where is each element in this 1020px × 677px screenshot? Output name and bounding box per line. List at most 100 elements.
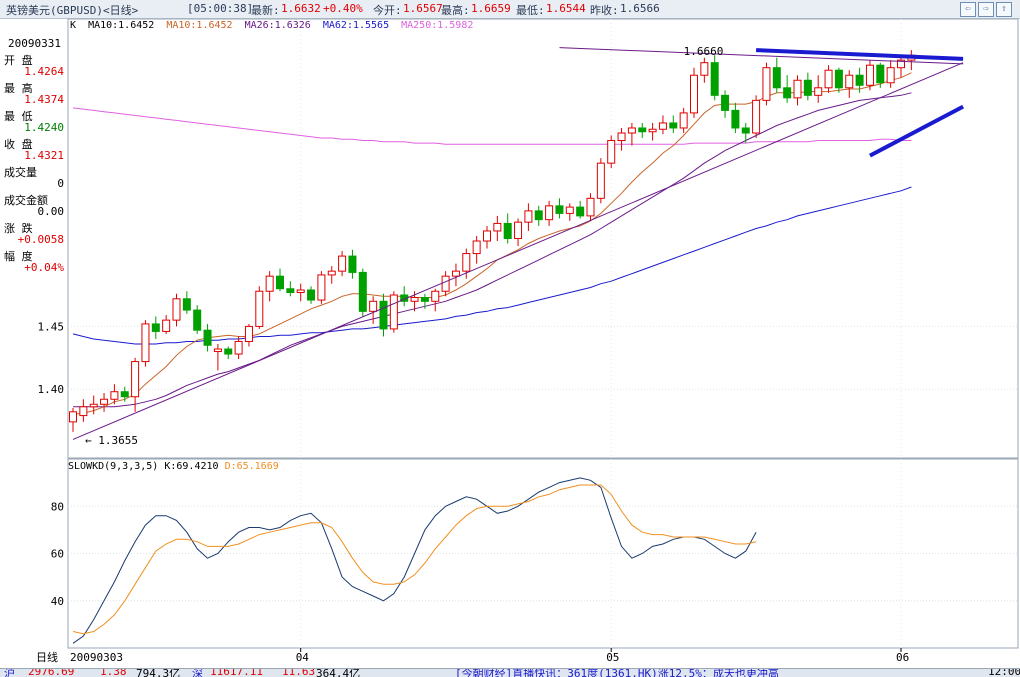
candle-body [721,94,730,111]
candle-body [617,132,626,142]
candle-body [151,323,160,332]
candle-body [317,274,326,301]
candle-body [255,290,264,327]
candle-body [327,270,336,276]
candle-body [131,361,140,398]
candle-body [162,319,171,332]
legend-ma250: MA250:1.5982 [401,20,474,31]
month-label: 06 [896,651,909,664]
candle-body [576,206,585,217]
candle-body [534,210,543,221]
legend-ma62: MA62:1.5565 [322,20,390,31]
legend-ma10-b: MA10:1.6452 [166,20,233,31]
candle-body [865,64,874,86]
candle-body [100,398,109,405]
candle-body [203,329,212,346]
candle-body [493,222,502,232]
candle-body [741,127,750,134]
ma-legend: K MA10:1.6452 MA10:1.6452 MA26:1.6326 MA… [70,20,479,31]
candle-body [172,298,181,321]
candle-body [483,230,491,242]
candle-body [803,79,812,96]
candle-body [389,294,398,330]
candle-body [89,403,98,408]
candle-body [213,348,222,353]
kd-tick-label: 40 [51,595,64,608]
candle-body [79,406,88,417]
candle-body [420,297,429,302]
candle-body [462,253,471,272]
candle-body [193,309,202,331]
candle-body [338,255,347,272]
candle-body [700,62,709,76]
candle-body [586,197,595,217]
candle-body [265,275,274,292]
candle-body [358,271,367,312]
candle-body [524,210,533,223]
candle-body [783,87,792,99]
price-tick-label: 1.40 [38,383,65,396]
kd-k-value: K:69.4210 [164,461,219,472]
legend-ma26: MA26:1.6326 [244,20,311,31]
candle-body [120,391,129,398]
candle-body [431,290,440,302]
candle-body [596,162,605,199]
candle-body [451,270,460,277]
candle-body [503,222,512,240]
legend-k: K [70,20,77,31]
candle-body [182,298,191,311]
candle-body [379,300,388,330]
candle-body [658,122,667,130]
kd-tick-label: 80 [51,500,64,513]
low-annotation: ← 1.3655 [85,434,138,447]
candle-body [627,127,636,134]
chart-canvas[interactable]: 1.40 1.45 40 60 80 20090303 04 05 06 ← 1.3655 1.66… [0,0,1020,668]
candle-body [607,140,616,164]
candle-body [472,240,481,255]
candle-body [762,67,771,101]
candle-body [69,411,77,423]
candle-body [545,205,554,221]
candle-body [565,206,574,214]
candle-body [296,289,305,294]
month-label: 04 [296,651,310,664]
high-annotation: 1.6660 [684,45,724,58]
candle-body [772,67,781,89]
price-tick-label: 1.45 [38,320,65,333]
candle-body [441,275,450,292]
candle-body [348,255,357,273]
candle-body [410,297,419,302]
candle-body [886,67,895,84]
candle-body [876,64,885,84]
candle-body [110,391,119,400]
candle-body [648,128,657,133]
kd-d-value: D:65.1669 [224,461,279,472]
x-start-label: 20090303 [70,651,123,664]
candle-body [234,340,243,355]
candle-body [814,87,823,96]
candle-body [834,69,843,89]
candle-body [690,74,698,114]
candle-body [514,221,523,239]
chart-window: 英镑美元(GBPUSD)<日线> [05:00:38] 最新: 1.6632 +… [0,0,1020,677]
candle-body [731,109,740,129]
candle-body [555,205,564,214]
candle-body [244,325,253,342]
candle-body [369,300,378,312]
candle-body [141,323,150,363]
candle-body [669,122,678,129]
candle-body [638,127,647,133]
candle-body [286,288,295,294]
candle-body [307,289,316,301]
candle-body [845,74,854,89]
kd-legend: SLOWKD(9,3,3,5) K:69.4210 D:65.1669 [68,461,279,472]
legend-ma10: MA10:1.6452 [88,20,155,31]
kd-name: SLOWKD(9,3,3,5) [68,461,159,472]
candle-body [710,62,719,96]
candle-body [679,112,688,129]
month-label: 05 [606,651,619,664]
candle-body [224,348,233,355]
candle-body [824,69,833,89]
candle-body [793,79,802,99]
kd-tick-label: 60 [51,548,64,561]
